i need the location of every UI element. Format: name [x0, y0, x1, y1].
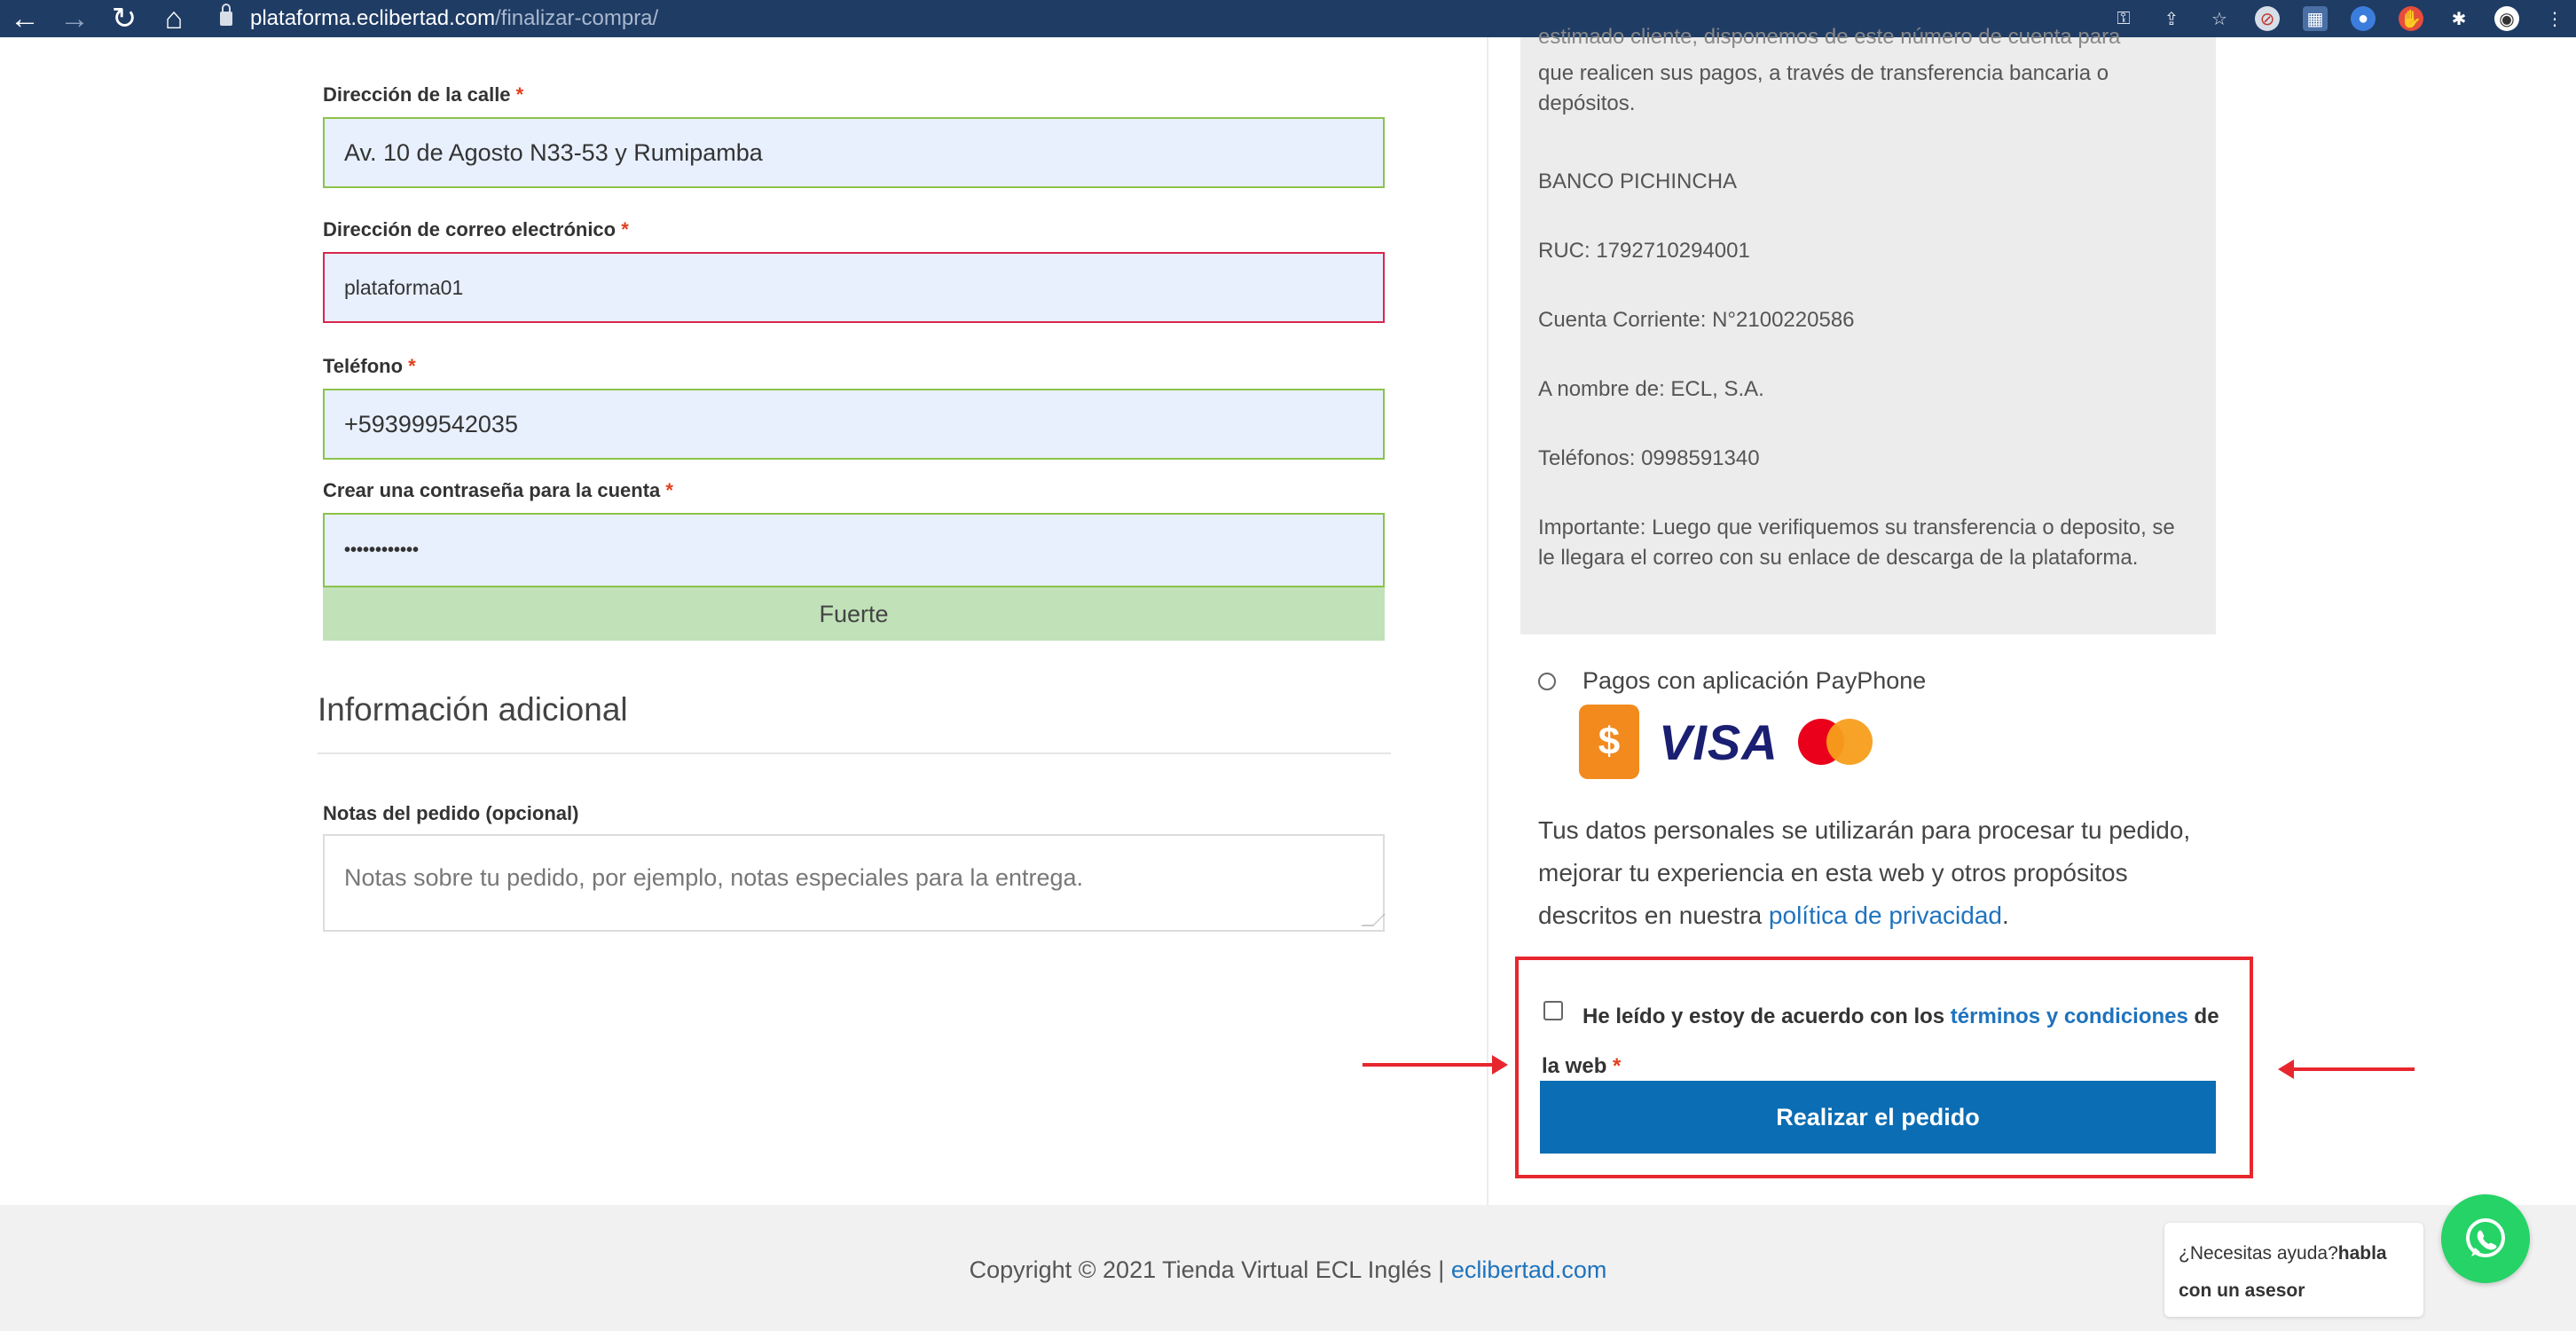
street-label: Dirección de la calle * [323, 83, 524, 106]
browser-toolbar: ← → ↻ ⌂ plataforma.eclibertad.com/finali… [0, 0, 2576, 37]
menu-dots-icon[interactable]: ⋮ [2542, 6, 2567, 31]
extension-icons: ⚿ ⇪ ☆ ⊘ ▦ ● ✋ ✱ ◉ ⋮ [2111, 0, 2576, 37]
payphone-logo-icon: $ [1579, 705, 1639, 779]
terms-checkbox[interactable] [1543, 1001, 1563, 1020]
annotation-arrow-left [2278, 1059, 2415, 1079]
share-icon[interactable]: ⇪ [2159, 6, 2184, 31]
street-input[interactable]: Av. 10 de Agosto N33-53 y Rumipamba [323, 117, 1385, 188]
mastercard-logo-icon [1797, 719, 1873, 765]
terms-label: He leído y estoy de acuerdo con los térm… [1542, 1004, 2219, 1078]
payment-logos: $ VISA [1579, 705, 1873, 779]
resize-grip-icon[interactable] [1361, 914, 1386, 926]
password-strength-meter: Fuerte [323, 587, 1385, 641]
star-icon[interactable]: ☆ [2207, 6, 2232, 31]
profile-avatar-icon[interactable]: ◉ [2494, 6, 2519, 31]
home-icon[interactable]: ⌂ [149, 0, 199, 37]
lock-icon [220, 4, 232, 26]
password-label: Crear una contraseña para la cuenta * [323, 479, 673, 501]
bank-name: BANCO PICHINCHA [1538, 169, 1738, 193]
blue-extension-icon[interactable]: ● [2351, 6, 2376, 31]
whatsapp-icon [2466, 1218, 2505, 1257]
annotation-arrow-right [1363, 1055, 1508, 1075]
order-notes-placeholder: Notas sobre tu pedido, por ejemplo, nota… [344, 864, 1084, 891]
url-domain: plataforma.eclibertad.com [250, 6, 496, 30]
bank-account: Cuenta Corriente: N°2100220586 [1538, 308, 1855, 332]
order-notes-textarea[interactable]: Notas sobre tu pedido, por ejemplo, nota… [323, 834, 1386, 932]
bank-ruc: RUC: 1792710294001 [1538, 239, 1750, 263]
bank-info-intro: que realicen sus pagos, a través de tran… [1538, 61, 2109, 115]
section-divider [318, 752, 1391, 754]
devtools-extension-icon[interactable]: ▦ [2303, 6, 2328, 31]
privacy-policy-link[interactable]: política de privacidad [1769, 902, 2002, 929]
bank-phones: Teléfonos: 0998591340 [1538, 446, 1760, 470]
visa-logo: VISA [1659, 713, 1779, 770]
password-input[interactable]: •••••••••••• [323, 513, 1385, 587]
order-notes-label: Notas del pedido (opcional) [323, 802, 579, 824]
footer-site-link[interactable]: eclibertad.com [1451, 1256, 1607, 1283]
payphone-radio[interactable] [1538, 672, 1556, 690]
email-input[interactable]: plataforma01 [323, 252, 1385, 323]
bank-info-cut-line: estimado cliente, disponemos de este núm… [1538, 25, 2121, 49]
phone-input[interactable]: +593999542035 [323, 389, 1385, 460]
bank-transfer-info-box: estimado cliente, disponemos de este núm… [1520, 25, 2216, 634]
privacy-notice: Tus datos personales se utilizarán para … [1538, 816, 2191, 929]
place-order-button[interactable]: Realizar el pedido [1540, 1081, 2216, 1154]
url-path: /finalizar-compra/ [495, 6, 659, 30]
whatsapp-button[interactable] [2441, 1194, 2530, 1283]
payphone-option[interactable]: Pagos con aplicación PayPhone [1538, 667, 1926, 695]
phone-label: Teléfono * [323, 355, 416, 377]
block-extension-icon[interactable]: ⊘ [2255, 6, 2280, 31]
column-divider [1487, 37, 1488, 1205]
back-arrow-icon[interactable]: ← [0, 0, 50, 37]
bank-important-note: Importante: Luego que verifiquemos su tr… [1538, 516, 2175, 570]
puzzle-icon[interactable]: ✱ [2446, 6, 2471, 31]
additional-info-heading: Información adicional [318, 691, 628, 728]
hand-extension-icon[interactable]: ✋ [2399, 6, 2423, 31]
address-bar[interactable]: plataforma.eclibertad.com/finalizar-comp… [250, 6, 658, 31]
email-label: Dirección de correo electrónico * [323, 218, 629, 240]
terms-link[interactable]: términos y condiciones [1951, 1004, 2188, 1028]
payphone-label: Pagos con aplicación PayPhone [1583, 667, 1927, 694]
whatsapp-help-bubble[interactable]: ¿Necesitas ayuda?habla con un asesor [2164, 1223, 2423, 1317]
forward-arrow-icon[interactable]: → [50, 0, 99, 37]
account-holder: A nombre de: ECL, S.A. [1538, 377, 1764, 401]
reload-icon[interactable]: ↻ [99, 0, 149, 37]
